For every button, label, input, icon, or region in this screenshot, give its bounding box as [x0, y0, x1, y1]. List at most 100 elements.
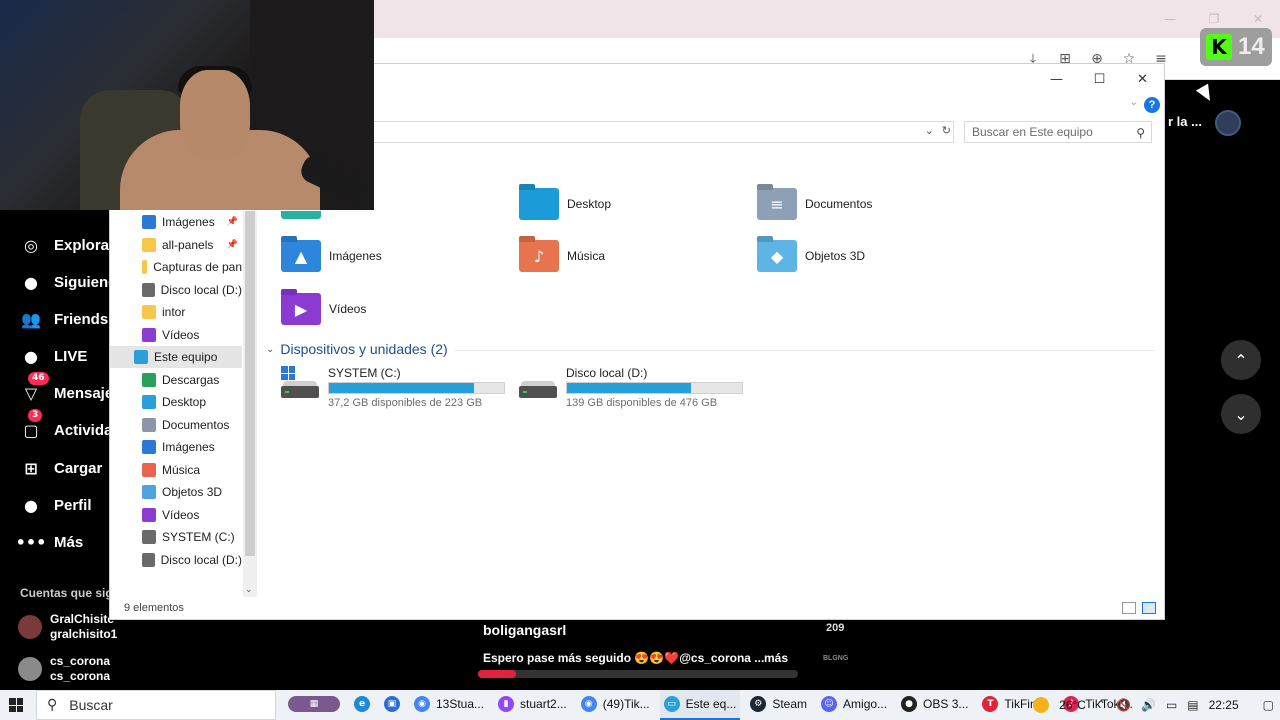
next-video-button[interactable]: ⌄ — [1221, 394, 1261, 434]
taskbar-app[interactable]: ◉ (49)Tik... — [577, 690, 654, 720]
folder-item[interactable]: Desktop — [519, 188, 611, 220]
nav-item[interactable]: Imágenes 📌 — [110, 211, 242, 233]
details-view-button[interactable] — [1122, 602, 1136, 614]
scroll-down-arrow-icon[interactable]: ⌄ — [245, 585, 253, 595]
tiktok-profile-avatar[interactable] — [1215, 110, 1241, 136]
3d-objects-folder-icon: ◆ — [757, 240, 797, 272]
folder-item[interactable]: ♪ Música — [519, 240, 605, 272]
nav-item[interactable]: Disco local (D:) — [110, 279, 242, 301]
weather-temp[interactable]: 26°C — [1059, 698, 1086, 712]
keyboard-icon[interactable]: ▤ — [1187, 698, 1198, 712]
taskbar-app[interactable]: e — [350, 690, 374, 720]
following-avatar-icon: ● — [20, 271, 42, 293]
navigation-scrollbar[interactable]: ⌄ — [243, 211, 257, 597]
folder-item[interactable]: ▲ Imágenes — [281, 240, 382, 272]
tiktok-nav-más[interactable]: ••• Más — [16, 531, 84, 553]
taskbar-app[interactable]: ▭ Este eq... — [659, 690, 741, 720]
taskbar-app[interactable]: ☺ Amigo... — [817, 690, 891, 720]
devices-group-header[interactable]: ⌄ Dispositivos y unidades (2) — [266, 341, 448, 357]
scrollbar-thumb[interactable] — [245, 211, 255, 556]
folder-item[interactable]: ◆ Objetos 3D — [757, 240, 865, 272]
taskbar-app[interactable]: ⚙ Steam — [746, 690, 811, 720]
nav-item[interactable]: all-panels 📌 — [110, 234, 242, 256]
ribbon-expand-icon[interactable]: ⌄ — [1130, 97, 1138, 108]
nav-item-label: Vídeos — [162, 507, 200, 522]
show-hidden-icons-icon[interactable]: ⌃ — [1096, 698, 1106, 712]
tiktok-nav-cargar[interactable]: ⊞ Cargar — [20, 457, 102, 479]
messages-icon: ▽ 46 — [20, 372, 49, 404]
nav-item[interactable]: intor — [110, 301, 242, 323]
nav-item-label: Objetos 3D — [162, 485, 223, 499]
microphone-mute-icon[interactable]: 🔇 — [1116, 698, 1131, 712]
drive-name: SYSTEM (C:) — [328, 366, 401, 380]
taskbar-search-label: Buscar — [69, 697, 113, 713]
browser-minimize-button[interactable]: — — [1148, 0, 1192, 38]
large-icons-view-button[interactable] — [1142, 602, 1156, 614]
previous-video-button[interactable]: ⌃ — [1221, 340, 1261, 380]
videos-folder-icon: ▶ — [281, 293, 321, 325]
account-item[interactable]: cs_corona cs_corona — [18, 654, 110, 684]
3d-objects-folder-icon-glyph: ◆ — [770, 246, 784, 266]
taskbar-app[interactable]: ▦ — [284, 690, 344, 720]
close-button[interactable]: ✕ — [1121, 64, 1164, 94]
taskbar-app[interactable]: ▮ stuart2... — [494, 690, 571, 720]
nav-item[interactable]: Vídeos — [110, 504, 242, 526]
search-input[interactable]: Buscar en Este equipo ⚲ — [964, 121, 1152, 143]
hard-drive-icon — [281, 366, 321, 398]
minimize-button[interactable]: — — [1035, 64, 1078, 94]
messages-icon-glyph: ▽ — [24, 383, 38, 403]
nav-item[interactable]: Objetos 3D — [110, 481, 242, 503]
network-icon[interactable]: ▭ — [1166, 698, 1177, 712]
browser-tabstrip: — ❐ ✕ — [370, 0, 1280, 38]
hidden-folder-icon[interactable] — [281, 211, 321, 219]
weather-moon-icon[interactable] — [1033, 697, 1050, 713]
refresh-icon[interactable]: ↻ — [942, 124, 951, 137]
nav-item[interactable]: Documentos — [110, 414, 242, 436]
nav-item[interactable]: Este equipo — [110, 346, 242, 368]
address-bar[interactable]: ⌄ ↻ — [372, 121, 954, 143]
comment-username[interactable]: boligangasrl — [483, 622, 566, 638]
folder-item[interactable]: ▶ Vídeos — [281, 293, 366, 325]
nav-item-label: Descargas — [162, 372, 220, 387]
tiktok-nav-perfil[interactable]: ● Perfil — [20, 494, 92, 516]
nav-item[interactable]: Desktop — [110, 391, 242, 413]
nav-item[interactable]: Capturas de pan — [110, 256, 242, 278]
nav-item[interactable]: Vídeos — [110, 324, 242, 346]
nav-item[interactable]: Imágenes — [110, 436, 242, 458]
taskbar-search[interactable]: ⚲ Buscar — [36, 690, 276, 720]
tiktok-nav-mensajes[interactable]: ▽ 46 Mensajes — [20, 372, 122, 404]
folder-item[interactable]: ≡ Documentos — [757, 188, 872, 220]
tiktok-nav-explorar[interactable]: ◎ Explorar — [20, 234, 115, 256]
drive-item[interactable]: SYSTEM (C:) 37,2 GB disponibles de 223 GB — [281, 366, 511, 411]
account-item[interactable]: GralChisite gralchisito1 — [18, 612, 117, 642]
nav-item[interactable]: Disco local (D:) — [110, 549, 242, 571]
tiktok-nav-friends[interactable]: 👥 Friends — [20, 308, 108, 330]
drive-item[interactable]: Disco local (D:) 139 GB disponibles de 47… — [519, 366, 749, 411]
edge-icon: e — [354, 696, 370, 712]
notifications-icon[interactable]: ▢ — [1263, 698, 1274, 712]
store-icon: ▣ — [384, 696, 400, 712]
clock-time[interactable]: 22:25 — [1209, 698, 1239, 712]
maximize-button[interactable]: ☐ — [1078, 64, 1121, 94]
nav-item[interactable]: Descargas — [110, 369, 242, 391]
nav-item[interactable]: Música — [110, 459, 242, 481]
search-icon: ⚲ — [1136, 126, 1145, 140]
nav-item[interactable]: SYSTEM (C:) — [110, 526, 242, 548]
help-icon[interactable]: ? — [1144, 97, 1160, 113]
start-button[interactable] — [0, 690, 32, 720]
comment-more-link[interactable]: más — [764, 651, 788, 665]
collapse-caret-icon[interactable]: ⌄ — [266, 344, 274, 355]
tiktok-nav-live[interactable]: ● LIVE — [20, 345, 87, 367]
video-progress-bar[interactable] — [478, 670, 798, 678]
group-divider — [455, 350, 1155, 351]
documents-folder-icon: ≡ — [757, 188, 797, 220]
taskbar-app[interactable]: ● OBS 3... — [897, 690, 972, 720]
pictures-icon — [142, 440, 156, 454]
tiktok-truncated-label[interactable]: r la ... — [1168, 114, 1202, 129]
volume-icon[interactable]: 🔊 — [1141, 698, 1156, 712]
taskbar-apps: ▦ e ▣ ◉ 13Stua... ▮ stuart2... ◉ (49)Tik... ▭ Este… — [284, 690, 1137, 720]
tiktok-nav-actividad[interactable]: ▢ 3 Actividad — [20, 409, 122, 441]
taskbar-app[interactable]: ◉ 13Stua... — [410, 690, 488, 720]
taskbar-app[interactable]: ▣ — [380, 690, 404, 720]
address-dropdown-icon[interactable]: ⌄ — [925, 124, 934, 137]
